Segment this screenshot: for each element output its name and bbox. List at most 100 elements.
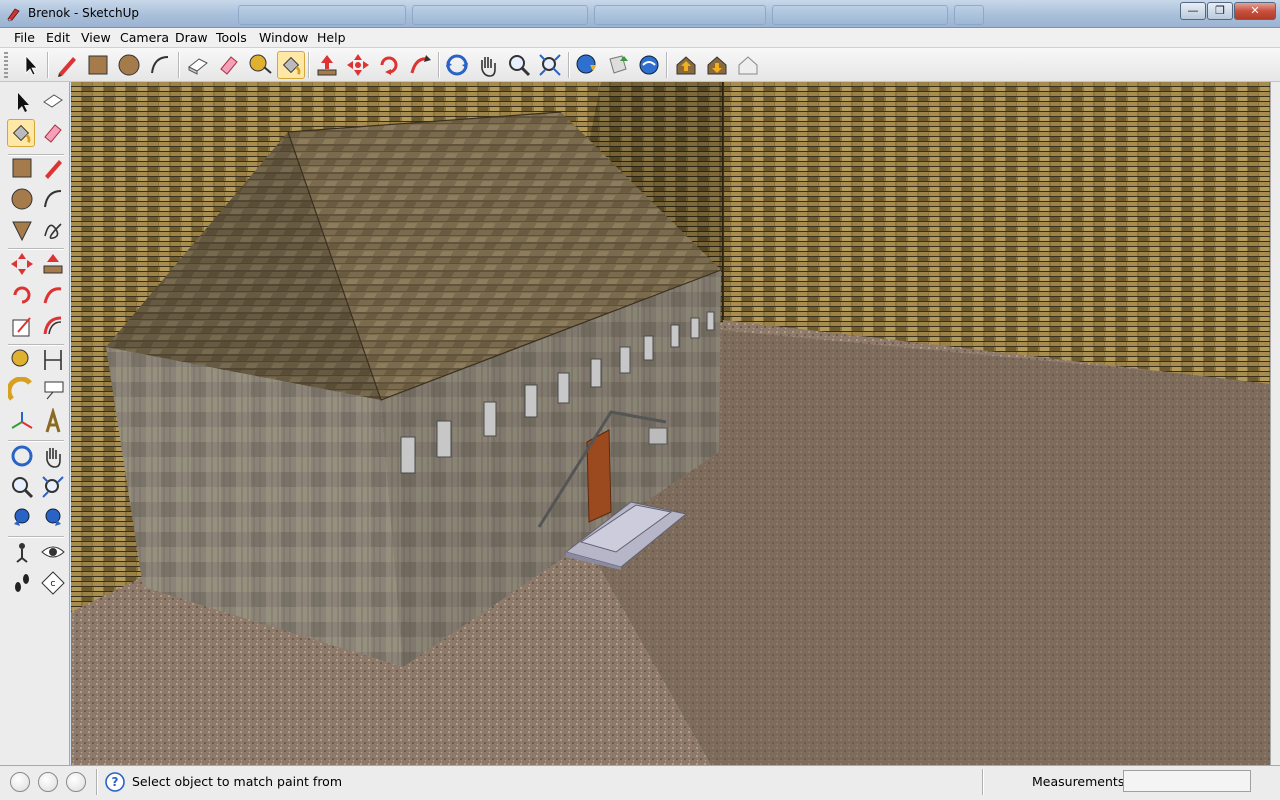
palette-circle-button[interactable] <box>8 185 36 213</box>
magnifier-icon <box>12 477 34 499</box>
background-taskbar-ghost <box>238 5 406 25</box>
measurements-input[interactable] <box>1123 770 1251 792</box>
palette-orbit-button[interactable] <box>8 442 36 470</box>
menu-edit[interactable]: Edit <box>46 30 70 45</box>
palette-arc-button[interactable] <box>39 185 67 213</box>
3d-scene[interactable] <box>71 82 1270 765</box>
export-model-button[interactable] <box>703 51 731 79</box>
palette-section-plane-button[interactable]: C <box>39 569 67 597</box>
zoom-tool-button[interactable] <box>505 51 533 79</box>
palette-paint-bucket-button[interactable] <box>7 119 35 147</box>
palette-follow-me-button[interactable] <box>39 281 67 309</box>
position-camera-icon <box>16 543 28 563</box>
push-pull-tool-button[interactable] <box>313 51 341 79</box>
menu-draw[interactable]: Draw <box>175 30 208 45</box>
hand-icon <box>46 448 61 468</box>
eraser-tool-button[interactable] <box>215 51 243 79</box>
eye-icon <box>41 546 65 558</box>
menu-camera[interactable]: Camera <box>120 30 169 45</box>
title-bar[interactable]: Brenok - SketchUp — ❐ ✕ <box>0 0 1280 28</box>
menu-window[interactable]: Window <box>259 30 308 45</box>
palette-select-button[interactable] <box>8 88 36 116</box>
paint-bucket-icon <box>12 124 31 143</box>
make-component-button[interactable] <box>184 51 212 79</box>
get-models-button[interactable] <box>573 51 601 79</box>
rectangle-icon <box>88 55 108 75</box>
toolbar-grip[interactable] <box>4 52 8 78</box>
palette-position-camera-button[interactable] <box>8 538 36 566</box>
component-icon <box>43 94 63 108</box>
viewport-right-border <box>1270 82 1280 765</box>
rectangle-tool-button[interactable] <box>84 51 112 79</box>
arc-tool-button[interactable] <box>146 51 174 79</box>
menu-file[interactable]: File <box>14 30 35 45</box>
close-button[interactable]: ✕ <box>1234 2 1276 20</box>
circle-tool-button[interactable] <box>115 51 143 79</box>
user-account-icon[interactable] <box>66 772 86 792</box>
cursor-arrow-icon <box>25 54 38 76</box>
google-earth-button[interactable] <box>635 51 663 79</box>
scale-icon <box>12 317 31 337</box>
palette-walk-button[interactable] <box>8 569 36 597</box>
sketchup-app-icon <box>7 8 20 22</box>
palette-eraser-button[interactable] <box>39 119 67 147</box>
paint-bucket-tool-button[interactable] <box>277 51 305 79</box>
palette-zoom-window-button[interactable] <box>39 473 67 501</box>
hanging-sign[interactable] <box>648 427 668 445</box>
main-toolbar <box>0 48 1280 82</box>
palette-pan-button[interactable] <box>39 442 67 470</box>
palette-previous-view-button[interactable] <box>8 504 36 532</box>
palette-push-pull-button[interactable] <box>39 250 67 278</box>
palette-look-around-button[interactable] <box>39 538 67 566</box>
zoom-extents-button[interactable] <box>536 51 564 79</box>
palette-line-button[interactable] <box>39 154 67 182</box>
palette-dimensions-button[interactable] <box>39 346 67 374</box>
palette-protractor-button[interactable] <box>6 376 36 405</box>
toolbar-separator <box>438 52 440 78</box>
geo-location-icon[interactable] <box>10 772 30 792</box>
help-question-icon[interactable]: ? <box>104 771 126 793</box>
palette-scale-button[interactable] <box>8 312 36 340</box>
palette-zoom-extents-button[interactable] <box>39 504 67 532</box>
pan-tool-button[interactable] <box>474 51 502 79</box>
move-tool-button[interactable] <box>344 51 372 79</box>
orbit-tool-button[interactable] <box>443 51 471 79</box>
palette-make-component-button[interactable] <box>39 88 67 116</box>
zoom-window-icon <box>42 476 64 498</box>
palette-move-button[interactable] <box>8 250 36 278</box>
menu-help[interactable]: Help <box>317 30 346 45</box>
import-model-button[interactable] <box>672 51 700 79</box>
tape-measure-tool-button[interactable] <box>246 51 274 79</box>
palette-3d-text-button[interactable] <box>39 406 67 436</box>
select-tool-button[interactable] <box>16 51 44 79</box>
model-viewport[interactable] <box>71 82 1270 765</box>
toolbar-separator <box>178 52 180 78</box>
previous-view-icon <box>14 508 30 526</box>
pencil-tool-button[interactable] <box>53 51 81 79</box>
follow-me-tool-button[interactable] <box>406 51 434 79</box>
palette-rotate-button[interactable] <box>8 281 36 309</box>
status-divider <box>96 769 98 795</box>
svg-text:?: ? <box>112 775 119 789</box>
maximize-button[interactable]: ❐ <box>1207 2 1233 20</box>
rotate-tool-button[interactable] <box>375 51 403 79</box>
palette-polygon-button[interactable] <box>8 216 36 244</box>
credits-icon[interactable] <box>38 772 58 792</box>
menu-tools[interactable]: Tools <box>216 30 247 45</box>
palette-tape-measure-button[interactable] <box>8 346 36 374</box>
component-icon <box>188 58 208 75</box>
polygon-icon <box>12 221 32 242</box>
share-model-button[interactable] <box>604 51 632 79</box>
menu-view[interactable]: View <box>81 30 111 45</box>
minimize-button[interactable]: — <box>1180 2 1206 20</box>
palette-offset-button[interactable] <box>39 312 67 340</box>
footprints-icon <box>15 574 29 592</box>
pencil-icon <box>45 160 62 179</box>
palette-freehand-button[interactable] <box>39 216 67 244</box>
photo-textures-button[interactable] <box>734 51 762 79</box>
rotate-icon <box>380 56 398 75</box>
palette-axes-button[interactable] <box>8 408 36 436</box>
palette-zoom-button[interactable] <box>8 473 36 501</box>
palette-rectangle-button[interactable] <box>8 154 36 182</box>
palette-text-button[interactable] <box>39 377 67 405</box>
